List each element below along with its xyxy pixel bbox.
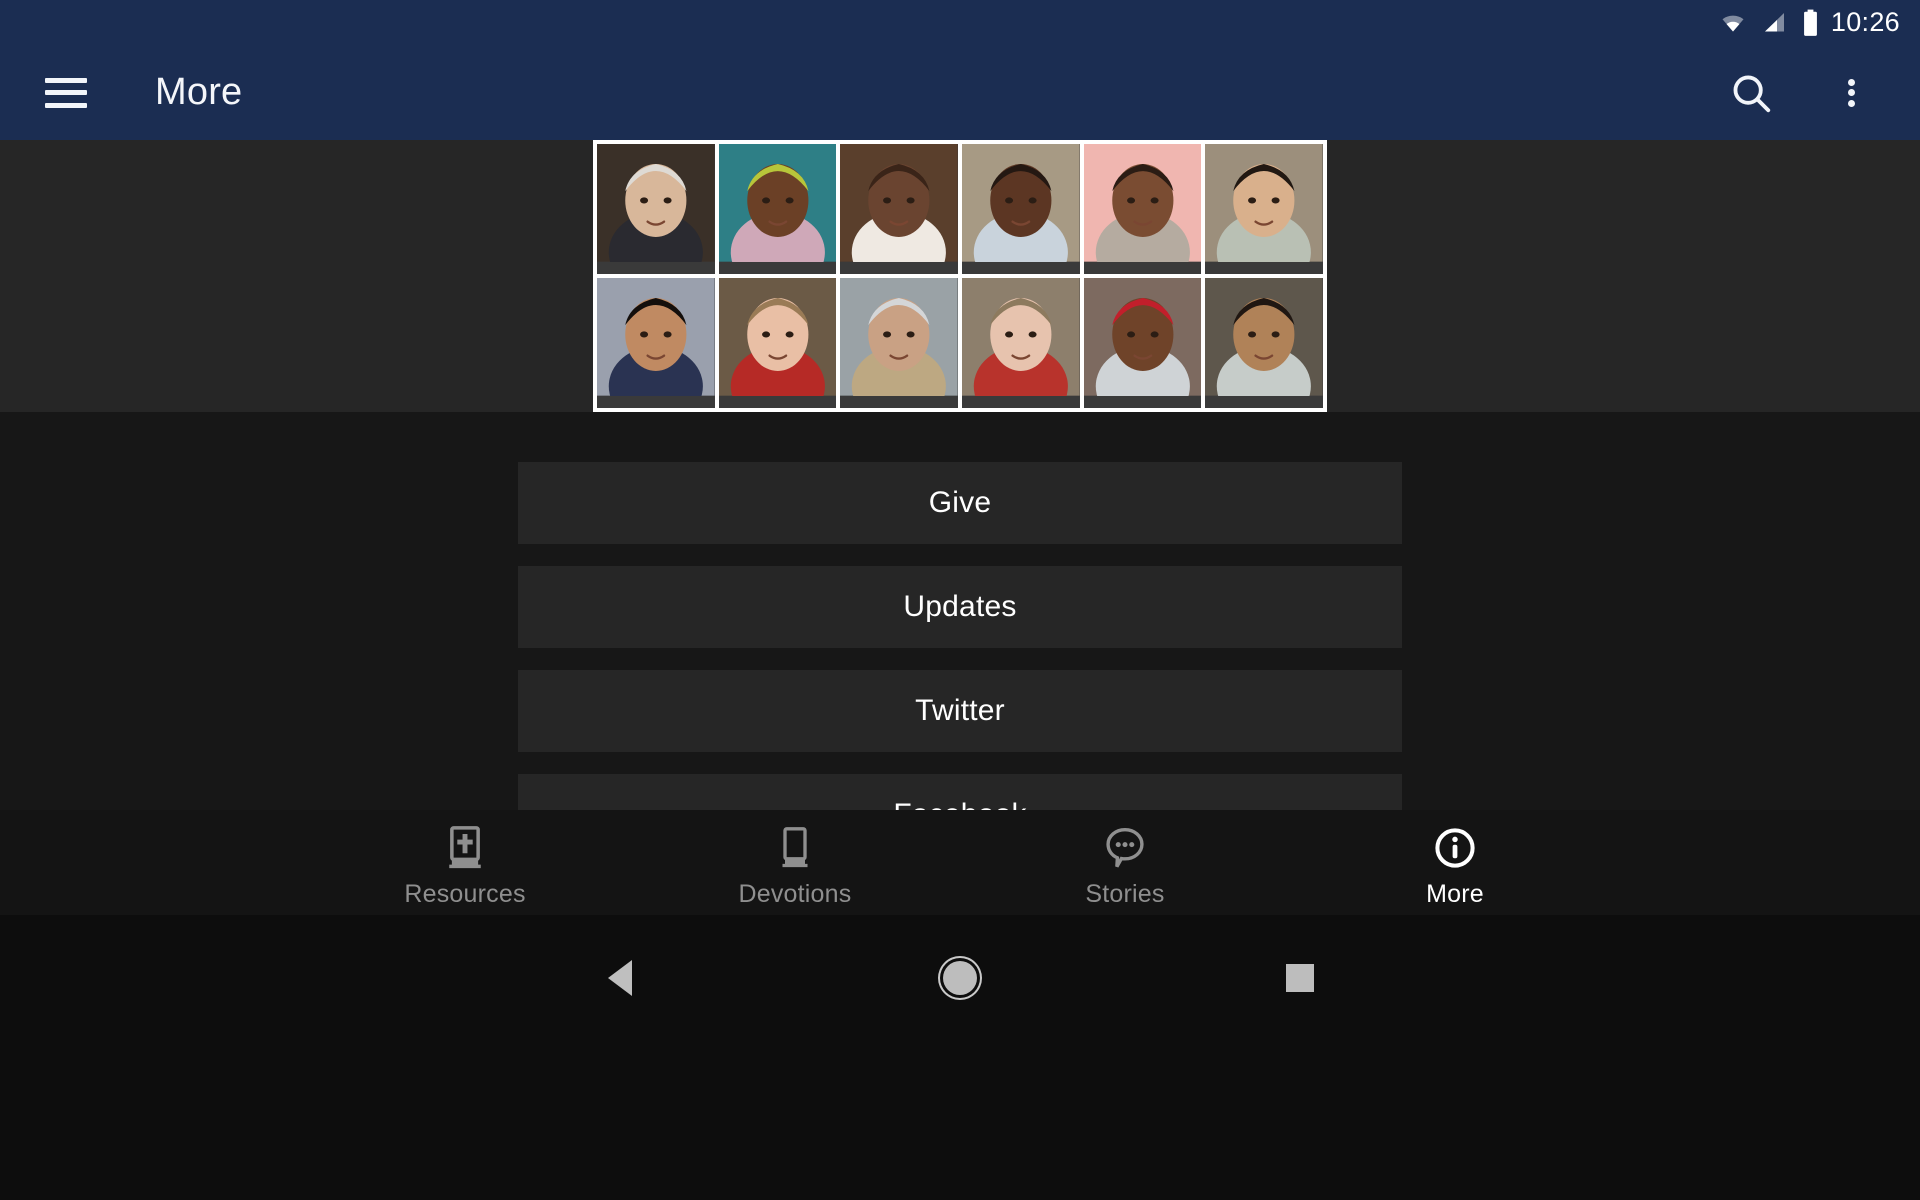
collage-photo: [718, 278, 837, 408]
wifi-icon: [1722, 15, 1744, 31]
nav-home-button[interactable]: [915, 933, 1005, 1023]
menu-item-label: Twitter: [915, 694, 1005, 727]
bible-book-icon: [444, 826, 486, 870]
nav-recents-button[interactable]: [1255, 933, 1345, 1023]
back-triangle-icon: [608, 960, 632, 996]
collage-photo: [961, 278, 1080, 408]
home-circle-icon: [943, 961, 977, 995]
menu-item-facebook[interactable]: Facebook: [518, 774, 1402, 810]
book-icon: [775, 826, 815, 870]
cellular-signal-icon: [1764, 12, 1784, 31]
android-navigation-bar: [0, 915, 1920, 1200]
menu-item-label: Facebook: [893, 798, 1026, 810]
tab-devotions[interactable]: Devotions: [630, 826, 960, 909]
android-screen: 10:26 More GiveUpdatesTwitterFace: [0, 0, 1920, 1200]
menu-item-give[interactable]: Give: [518, 462, 1402, 544]
collage-photo: [597, 144, 715, 274]
nav-back-button[interactable]: [575, 933, 665, 1023]
speech-bubble-icon: [1103, 826, 1147, 870]
photo-collage[interactable]: [593, 140, 1327, 412]
tab-label: Stories: [1085, 880, 1165, 908]
tab-label: Devotions: [738, 880, 852, 908]
collage-photo: [1083, 278, 1202, 408]
tab-label: Resources: [404, 880, 526, 908]
page-title: More: [155, 71, 243, 113]
battery-icon: [1804, 9, 1817, 36]
tab-label: More: [1426, 880, 1484, 908]
status-bar: 10:26: [0, 0, 1920, 45]
menu-item-label: Give: [928, 486, 992, 519]
collage-photo: [718, 144, 837, 274]
recents-square-icon: [1286, 964, 1314, 992]
more-menu-list: Give Updates Twitter Facebook: [0, 412, 1920, 810]
app-bar-actions: [1726, 68, 1920, 118]
overflow-menu-button[interactable]: [1826, 68, 1876, 118]
overflow-menu-icon: [1847, 78, 1855, 107]
tab-more[interactable]: More: [1290, 826, 1620, 909]
more-menu-scroll-area[interactable]: Give Updates Twitter Facebook: [0, 412, 1920, 810]
menu-item-updates[interactable]: Updates: [518, 566, 1402, 648]
info-circle-icon: [1433, 826, 1477, 870]
menu-item-label: Updates: [903, 590, 1017, 623]
hamburger-menu-icon[interactable]: [45, 77, 87, 108]
collage-photo: [597, 278, 715, 408]
collage-photo: [840, 278, 958, 408]
collage-photo: [1083, 144, 1202, 274]
tab-stories[interactable]: Stories: [960, 826, 1290, 909]
hero-banner: [0, 140, 1920, 412]
collage-photo: [1205, 144, 1323, 274]
status-time: 10:26: [1830, 7, 1900, 37]
status-icons: [1718, 9, 1819, 37]
bottom-tab-bar: Resources Devotions Stories More: [0, 810, 1920, 915]
collage-photo: [1205, 278, 1323, 408]
tab-resources[interactable]: Resources: [300, 826, 630, 909]
app-bar: More: [0, 45, 1920, 140]
menu-item-twitter[interactable]: Twitter: [518, 670, 1402, 752]
search-icon: [1733, 75, 1771, 112]
collage-photo: [840, 144, 958, 274]
search-button[interactable]: [1726, 68, 1776, 118]
collage-photo: [961, 144, 1080, 274]
